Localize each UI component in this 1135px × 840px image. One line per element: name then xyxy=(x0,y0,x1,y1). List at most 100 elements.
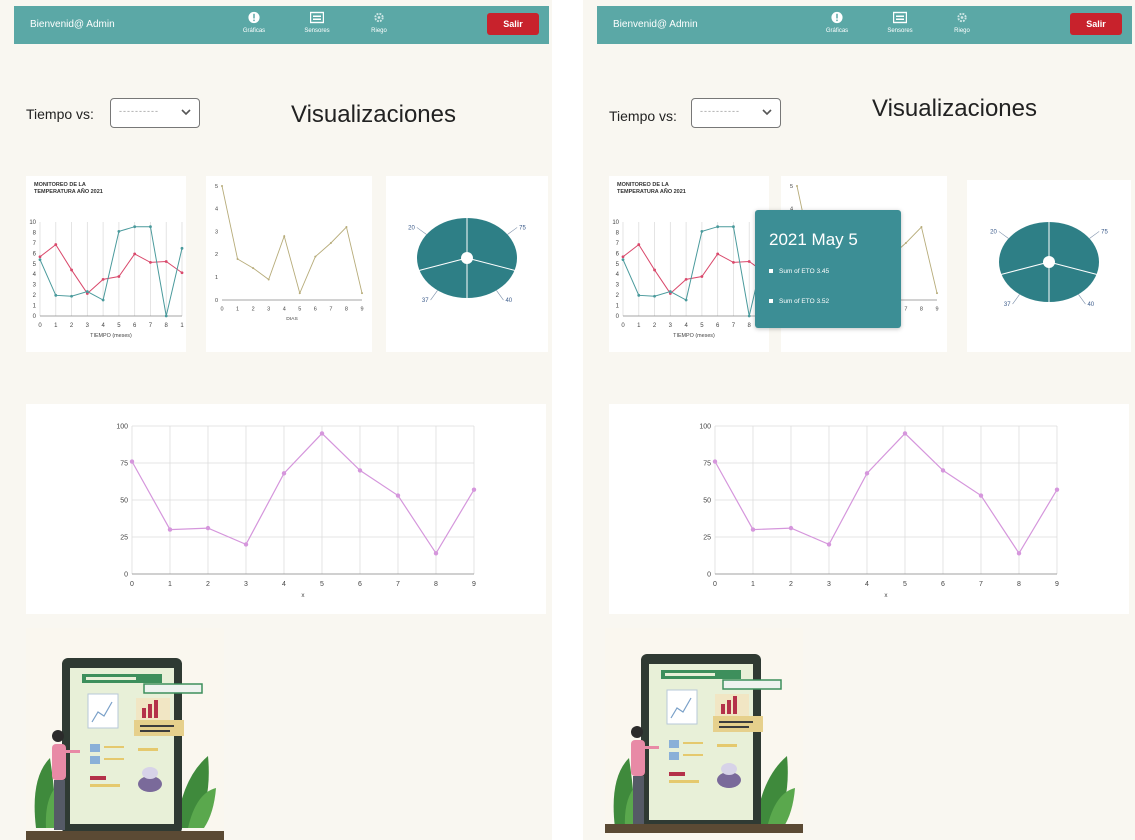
tooltip-row-text: Sum of ETO 3.52 xyxy=(779,298,830,305)
tooltip-title: 2021 May 5 xyxy=(769,230,858,249)
x-tick-label: 8 xyxy=(748,323,752,329)
data-point xyxy=(38,258,42,261)
data-point xyxy=(684,298,688,302)
data-point xyxy=(133,252,137,256)
label-leader xyxy=(1012,294,1020,305)
data-point xyxy=(85,290,89,293)
y-tick-label: 2 xyxy=(215,252,218,258)
donut-chart: 75 40 37 20 xyxy=(408,218,526,304)
data-point xyxy=(1016,551,1022,556)
data-point xyxy=(149,261,152,264)
y-tick-label: 1 xyxy=(33,304,37,310)
x-tick-label: 2 xyxy=(653,323,657,329)
y-tick-label: 25 xyxy=(120,534,128,541)
time-filter-select[interactable]: ---------- xyxy=(691,98,781,128)
data-point xyxy=(920,226,923,229)
donut-hole xyxy=(1043,256,1055,268)
x-tick-label: 3 xyxy=(244,581,248,588)
x-tick-label: 4 xyxy=(865,581,869,588)
nav-item-riego[interactable]: Riego xyxy=(932,11,992,34)
slice-label: 37 xyxy=(1004,302,1011,308)
y-tick-label: 7 xyxy=(33,241,37,247)
data-point xyxy=(716,252,720,256)
main-line-chart-card: 100 75 50 25 0 0 1 2 3 4 5 6 7 8 9 x xyxy=(26,404,546,614)
nav-item-sensores[interactable]: Sensores xyxy=(287,11,347,34)
series-line xyxy=(221,185,363,295)
y-tick-label: 75 xyxy=(703,460,711,467)
x-axis-label: TIEMPO (meses) xyxy=(90,333,132,339)
data-point xyxy=(936,292,938,295)
nav-item-graficas[interactable]: Gráficas xyxy=(224,11,284,34)
data-point xyxy=(54,293,58,297)
x-tick-label: 1 xyxy=(236,307,239,313)
label-leader xyxy=(496,290,504,301)
x-tick-label: 8 xyxy=(920,307,923,313)
select-value: ---------- xyxy=(119,106,159,116)
donut-chart-card: 75 40 37 20 xyxy=(386,176,548,352)
data-point xyxy=(796,185,798,187)
data-point xyxy=(700,230,704,233)
x-axis-label: TIEMPO (meses) xyxy=(673,333,715,339)
x-tick-label: 9 xyxy=(472,581,476,588)
navbar: Bienvenid@ Admin Gráficas Sensores Riego… xyxy=(597,6,1132,44)
x-tick-label: 4 xyxy=(684,323,688,329)
data-point xyxy=(433,551,439,556)
data-point xyxy=(54,243,58,246)
chart-title: MONITOREO DE LA xyxy=(34,182,86,188)
y-tick-label: 25 xyxy=(703,534,711,541)
data-point xyxy=(164,314,168,318)
logout-button[interactable]: Salir xyxy=(487,13,539,35)
nav-item-label: Riego xyxy=(954,28,970,34)
page-title: Visualizaciones xyxy=(872,95,1037,122)
y-tick-label: 0 xyxy=(215,298,218,304)
navbar: Bienvenid@ Admin Gráficas Sensores Riego… xyxy=(14,6,549,44)
y-tick-label: 8 xyxy=(616,230,620,236)
logout-button[interactable]: Salir xyxy=(1070,13,1122,35)
dashboard-illustration xyxy=(605,628,803,840)
x-tick-label: 5 xyxy=(320,581,324,588)
x-tick-label: 7 xyxy=(979,581,983,588)
x-tick-label: 9 xyxy=(360,307,363,313)
x-tick-label: 5 xyxy=(298,307,301,313)
x-tick-label: 6 xyxy=(314,307,317,313)
y-tick-label: 4 xyxy=(616,272,620,278)
time-filter-select[interactable]: ---------- xyxy=(110,98,200,128)
slice-label: 75 xyxy=(1101,229,1108,235)
chart-title: MONITOREO DE LA xyxy=(617,182,669,188)
info-circle-icon xyxy=(831,11,843,24)
label-leader xyxy=(1078,294,1086,305)
x-tick-label: 3 xyxy=(669,323,673,329)
y-tick-label: 3 xyxy=(616,283,620,289)
filter-label: Tiempo vs: xyxy=(609,108,677,124)
x-tick-label: 6 xyxy=(358,581,362,588)
tooltip-row: Sum of ETO 3.52 xyxy=(769,298,829,305)
y-tick-label: 2 xyxy=(33,293,37,299)
slice-label: 20 xyxy=(408,225,415,231)
data-point xyxy=(653,268,656,272)
main-line-chart: 100 75 50 25 00 1 2 3 4 5 6 7 8 9 x xyxy=(699,423,1060,599)
y-tick-label: 0 xyxy=(124,571,128,578)
temperature-chart: MONITOREO DE LATEMPERATURA AÑO 202110876… xyxy=(29,182,184,339)
y-tick-label: 100 xyxy=(699,423,711,430)
data-point xyxy=(101,298,105,302)
info-circle-icon xyxy=(248,11,260,24)
screen-right: Bienvenid@ Admin Gráficas Sensores Riego… xyxy=(583,0,1135,840)
filter-label: Tiempo vs: xyxy=(26,106,94,122)
data-point xyxy=(864,471,870,476)
y-tick-label: 50 xyxy=(703,497,711,504)
y-tick-label: 75 xyxy=(120,460,128,467)
x-tick-label: 6 xyxy=(716,323,720,329)
data-point xyxy=(637,293,641,297)
nav-item-sensores[interactable]: Sensores xyxy=(870,11,930,34)
nav-item-riego[interactable]: Riego xyxy=(349,11,409,34)
x-tick-label: 1 xyxy=(54,323,58,329)
x-tick-label: 1 xyxy=(751,581,755,588)
x-tick-label: 6 xyxy=(941,581,945,588)
data-point xyxy=(205,525,211,531)
main-line-chart: 100 75 50 25 00 1 2 3 4 5 6 7 8 9 x xyxy=(116,423,477,599)
x-tick-label: 6 xyxy=(133,323,137,329)
label-leader xyxy=(507,227,518,235)
nav-item-graficas[interactable]: Gráficas xyxy=(807,11,867,34)
data-point xyxy=(747,260,751,263)
x-tick-label: 5 xyxy=(117,323,121,329)
